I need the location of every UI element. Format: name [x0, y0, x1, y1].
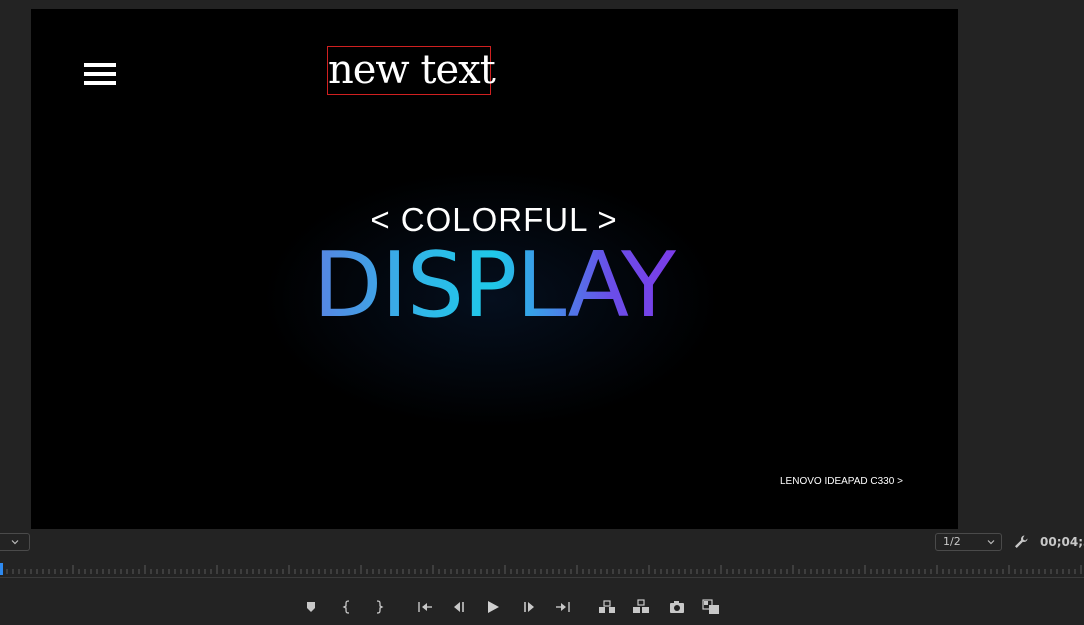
comparison-view-button[interactable] — [700, 596, 722, 618]
playhead-timecode[interactable]: 00;04;3 — [1040, 535, 1084, 549]
video-frame[interactable]: new text < COLORFUL > DISPLAY LENOVO IDE… — [31, 9, 958, 529]
transport-controls — [300, 596, 730, 618]
step-forward-button[interactable] — [518, 596, 540, 618]
lift-icon — [599, 600, 615, 613]
mark-out-icon — [376, 600, 384, 614]
mark-in-button[interactable] — [336, 596, 358, 618]
step-forward-icon — [524, 602, 534, 612]
graphic-title: DISPLAY — [261, 231, 727, 341]
mark-out-button[interactable] — [368, 596, 390, 618]
fit-dropdown[interactable] — [0, 533, 30, 551]
chevron-down-icon — [986, 537, 996, 547]
extract-button[interactable] — [630, 596, 652, 618]
go-to-out-button[interactable] — [552, 596, 574, 618]
time-ruler[interactable] — [0, 562, 1084, 578]
hamburger-menu-icon — [84, 63, 116, 87]
go-to-in-icon — [418, 602, 432, 612]
compare-icon — [702, 599, 719, 614]
go-to-out-icon — [556, 602, 570, 612]
lift-button[interactable] — [596, 596, 618, 618]
play-icon — [488, 601, 499, 613]
overlay-text[interactable]: new text — [328, 47, 496, 94]
marker-icon — [307, 602, 315, 612]
playback-resolution-select[interactable]: 1/2 — [935, 533, 1002, 551]
chevron-down-icon — [10, 537, 20, 547]
playhead[interactable] — [0, 563, 3, 575]
program-monitor: new text < COLORFUL > DISPLAY LENOVO IDE… — [0, 0, 1084, 530]
play-button[interactable] — [482, 596, 504, 618]
export-frame-button[interactable] — [666, 596, 688, 618]
extract-icon — [633, 599, 649, 613]
brand-caption: LENOVO IDEAPAD C330 > — [780, 476, 903, 487]
step-back-icon — [454, 602, 464, 612]
camera-icon — [670, 601, 684, 613]
go-to-in-button[interactable] — [414, 596, 436, 618]
settings-wrench-icon[interactable] — [1012, 533, 1030, 551]
mark-in-icon — [342, 600, 350, 614]
add-marker-button[interactable] — [300, 596, 322, 618]
step-back-button[interactable] — [448, 596, 470, 618]
playback-resolution-value: 1/2 — [943, 535, 961, 548]
